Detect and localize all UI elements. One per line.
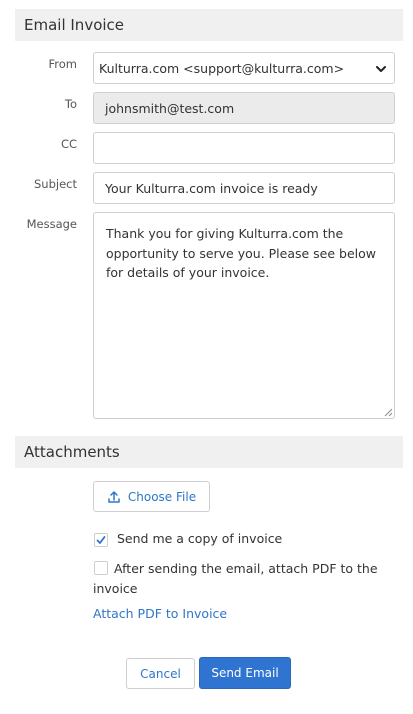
cc-label: CC (60, 137, 77, 151)
checkmark-icon (96, 536, 106, 544)
upload-icon (108, 490, 120, 503)
attachments-title: Attachments (24, 443, 120, 461)
choose-file-label: Choose File (127, 489, 197, 504)
cancel-button-label: Cancel (140, 666, 181, 681)
message-label: Message (26, 217, 77, 231)
subject-field[interactable]: Your Kulturra.com invoice is ready (93, 172, 395, 204)
from-label: From (48, 57, 78, 71)
email-invoice-title: Email Invoice (24, 16, 125, 34)
attach-pdf-link[interactable]: Attach PDF to Invoice (93, 606, 227, 621)
send-email-button[interactable]: Send Email (199, 657, 291, 689)
message-textarea-value: Thank you for giving Kulturra.com the op… (106, 226, 377, 280)
cc-field[interactable] (93, 132, 395, 164)
send-email-button-label: Send Email (211, 666, 279, 680)
cancel-button[interactable]: Cancel (126, 658, 195, 689)
from-select[interactable]: Kulturra.com <support@kulturra.com> (93, 52, 395, 84)
from-select-value: Kulturra.com <support@kulturra.com> (99, 60, 345, 76)
chevron-down-icon (376, 66, 386, 72)
resize-handle-icon[interactable] (383, 407, 393, 417)
send-copy-label: Send me a copy of invoice (117, 531, 283, 546)
to-label: To (64, 97, 77, 111)
send-copy-checkbox[interactable] (94, 533, 108, 547)
email-invoice-header: Email Invoice (15, 9, 403, 41)
choose-file-button[interactable]: Choose File (93, 481, 210, 512)
subject-label: Subject (34, 177, 77, 191)
to-field-value: johnsmith@test.com (105, 100, 235, 116)
message-textarea[interactable]: Thank you for giving Kulturra.com the op… (93, 212, 395, 419)
attachments-header: Attachments (15, 436, 403, 468)
attach-pdf-after-label: After sending the email, attach PDF to t… (93, 561, 378, 596)
to-field: johnsmith@test.com (93, 92, 395, 124)
subject-field-value: Your Kulturra.com invoice is ready (105, 180, 318, 196)
